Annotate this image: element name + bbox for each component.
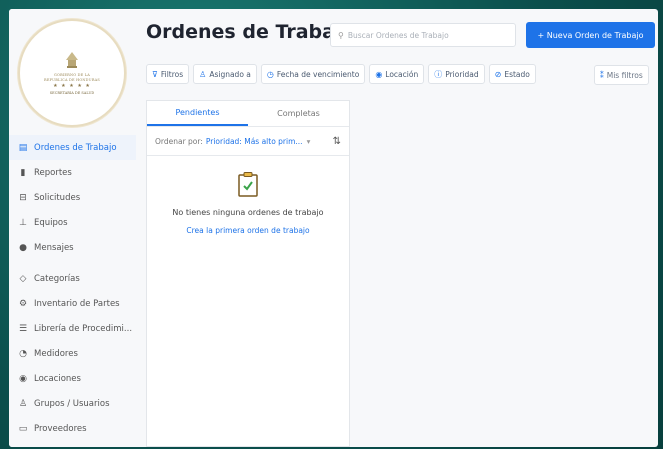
location-icon: ◉ — [19, 373, 27, 384]
vendor-icon: ▭ — [18, 423, 28, 434]
sidebar-item-mensajes[interactable]: ● Mensajes — [9, 235, 136, 260]
sidebar-item-solicitudes[interactable]: ⊟ Solicitudes — [9, 185, 136, 210]
status-icon: ⊘ — [494, 69, 502, 79]
sidebar-item-ordenes-de-trabajo[interactable]: ▤ Ordenes de Trabajo — [9, 135, 136, 160]
sidebar-item-label: Solicitudes — [34, 192, 81, 203]
saved-filters-icon: ⁑ — [600, 70, 604, 80]
clock-icon: ◷ — [266, 69, 274, 79]
tag-icon: ◇ — [19, 273, 27, 284]
sidebar-item-equipos[interactable]: ⊥ Equipos — [9, 210, 136, 235]
filter-chip-fecha[interactable]: ◷ Fecha de vencimiento — [260, 64, 366, 84]
tab-completas[interactable]: Completas — [248, 101, 349, 126]
hierarchy-icon: ⊥ — [19, 217, 27, 228]
sidebar-item-label: Equipos — [34, 217, 68, 228]
filter-chip-locacion[interactable]: ◉ Locación — [369, 64, 425, 84]
empty-state: No tienes ninguna ordenes de trabajo Cre… — [147, 171, 349, 235]
filter-chip-filtros[interactable]: ⊽ Filtros — [146, 64, 190, 84]
inbox-icon: ⊟ — [19, 192, 27, 203]
tab-pendientes[interactable]: Pendientes — [147, 101, 248, 126]
sort-order-icon[interactable]: ⇅ — [333, 136, 341, 147]
logo-stars: ★ ★ ★ ★ ★ — [53, 83, 91, 89]
organization-logo: GOBIERNO DE LA REPUBLICA DE HONDURAS ★ ★… — [18, 19, 126, 127]
sidebar-item-medidores[interactable]: ◔ Medidores — [9, 341, 136, 366]
sidebar-item-label: Proveedores — [34, 423, 87, 434]
sidebar-item-label: Ordenes de Trabajo — [34, 142, 117, 153]
priority-icon: ⓘ — [434, 69, 443, 79]
sidebar-item-reportes[interactable]: ▮ Reportes — [9, 160, 136, 185]
filter-chip-label: Estado — [504, 69, 530, 79]
page-title: Ordenes de Trabajo — [146, 21, 355, 43]
sidebar-item-proveedores[interactable]: ▭ Proveedores — [9, 416, 136, 441]
sidebar-item-label: Categorías — [34, 273, 80, 284]
filter-chip-prioridad[interactable]: ⓘ Prioridad — [428, 64, 485, 84]
location-icon: ◉ — [375, 69, 383, 79]
status-tabs: Pendientes Completas — [147, 101, 349, 127]
filter-chip-asignado[interactable]: ♙ Asignado a — [193, 64, 257, 84]
sidebar-item-grupos-usuarios[interactable]: ♙ Grupos / Usuarios — [9, 391, 136, 416]
list-icon: ☰ — [18, 323, 28, 334]
user-icon: ♙ — [199, 69, 207, 79]
filter-chip-label: Prioridad — [445, 69, 479, 79]
search-placeholder: Buscar Ordenes de Trabajo — [347, 30, 449, 40]
sidebar-item-label: Mensajes — [34, 242, 74, 253]
filter-icon: ⊽ — [152, 69, 158, 79]
bar-chart-icon: ▮ — [20, 167, 26, 178]
sidebar-item-label: Inventario de Partes — [34, 298, 120, 309]
sidebar-item-label: Locaciones — [34, 373, 81, 384]
filter-bar: ⊽ Filtros ♙ Asignado a ◷ Fecha de vencim… — [146, 64, 536, 86]
clipboard-check-icon — [238, 172, 258, 197]
create-first-work-order-link[interactable]: Crea la primera orden de trabajo — [147, 226, 349, 235]
filter-chip-label: Filtros — [160, 69, 184, 79]
my-filters-button[interactable]: ⁑ Mis filtros — [594, 65, 649, 85]
chevron-down-icon: ▾ — [306, 136, 311, 146]
sidebar-item-label: Medidores — [34, 348, 78, 359]
gauge-icon: ◔ — [19, 348, 27, 359]
message-icon: ● — [19, 242, 27, 253]
sidebar-item-locaciones[interactable]: ◉ Locaciones — [9, 366, 136, 391]
users-icon: ♙ — [18, 398, 28, 409]
search-icon: ⚲ — [338, 30, 344, 40]
logo-bottom-text: SECRETARIA DE SALUD — [49, 91, 95, 95]
sort-value: Prioridad: Más alto prim... — [205, 136, 303, 146]
new-work-order-button[interactable]: + Nueva Orden de Trabajo — [526, 22, 655, 48]
sidebar-item-label: Librería de Procedimi... — [34, 323, 133, 334]
sidebar: GOBIERNO DE LA REPUBLICA DE HONDURAS ★ ★… — [9, 9, 136, 447]
search-input[interactable]: ⚲ Buscar Ordenes de Trabajo — [330, 23, 516, 47]
sidebar-nav: ▤ Ordenes de Trabajo ▮ Reportes ⊟ Solici… — [9, 135, 136, 441]
sidebar-item-label: Reportes — [34, 167, 72, 178]
filter-chip-estado[interactable]: ⊘ Estado — [488, 64, 536, 84]
filter-chip-label: Fecha de vencimiento — [276, 69, 360, 79]
my-filters-label: Mis filtros — [606, 70, 643, 80]
sidebar-item-libreria-de-procedimientos[interactable]: ☰ Librería de Procedimi... — [9, 316, 136, 341]
app-window: GOBIERNO DE LA REPUBLICA DE HONDURAS ★ ★… — [9, 9, 658, 447]
filter-chip-label: Asignado a — [209, 69, 251, 79]
sidebar-item-inventario-de-partes[interactable]: ⚙ Inventario de Partes — [9, 291, 136, 316]
sort-label: Ordenar por: — [155, 136, 203, 146]
sort-control[interactable]: Ordenar por: Prioridad: Más alto prim...… — [147, 127, 349, 156]
sidebar-item-label: Grupos / Usuarios — [34, 398, 110, 409]
sidebar-item-categorias[interactable]: ◇ Categorías — [9, 266, 136, 291]
gear-icon: ⚙ — [18, 298, 28, 309]
work-order-icon: ▤ — [18, 142, 28, 153]
emblem-icon — [66, 52, 78, 68]
work-order-list-panel: Pendientes Completas Ordenar por: Priori… — [146, 100, 350, 447]
filter-chip-label: Locación — [385, 69, 419, 79]
empty-state-message: No tienes ninguna ordenes de trabajo — [172, 208, 324, 217]
